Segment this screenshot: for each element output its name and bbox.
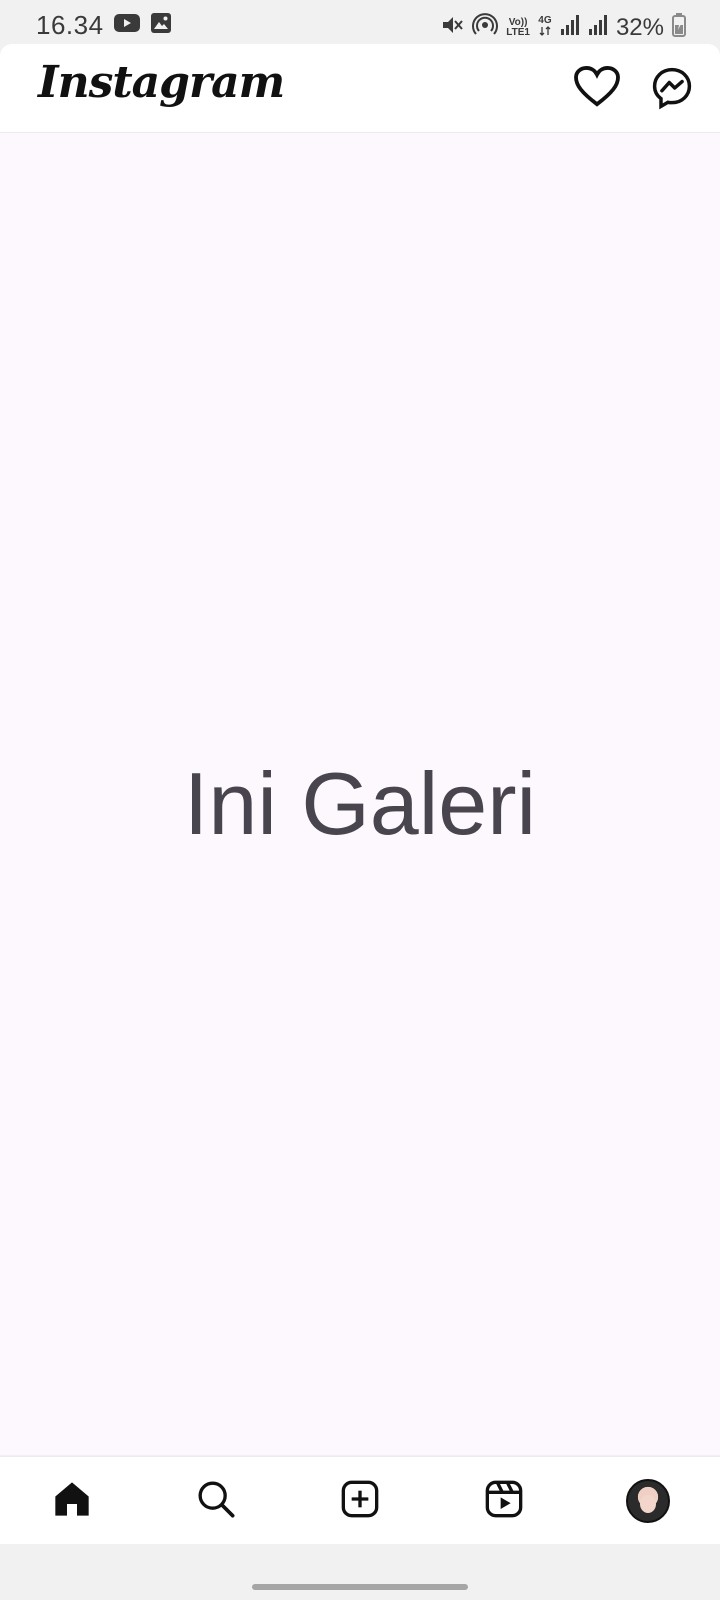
avatar — [626, 1479, 670, 1523]
network-4g-text: 4G — [538, 15, 552, 26]
heart-icon[interactable] — [574, 65, 620, 115]
messenger-icon[interactable] — [650, 66, 694, 115]
volte-text: Vo)) LTE1 — [506, 16, 530, 38]
reels-icon — [484, 1479, 524, 1524]
home-indicator[interactable] — [252, 1584, 468, 1590]
volte-label: Vo)) LTE1 — [506, 16, 530, 38]
system-navigation — [0, 1544, 720, 1600]
instagram-logo[interactable]: Instagram — [38, 57, 285, 108]
nav-create[interactable] — [320, 1461, 400, 1541]
signal-icon-1 — [560, 14, 580, 41]
nav-search[interactable] — [176, 1461, 256, 1541]
hotspot-icon — [472, 12, 499, 43]
signal-icon-2 — [588, 14, 608, 41]
header-actions — [574, 65, 694, 115]
mute-icon — [440, 13, 464, 42]
app-header: Instagram — [0, 44, 720, 133]
status-right: Vo)) LTE1 4G 32% — [440, 12, 686, 43]
data-arrows-icon — [538, 26, 552, 39]
battery-icon — [672, 13, 686, 42]
nav-reels[interactable] — [464, 1461, 544, 1541]
youtube-icon — [113, 13, 140, 38]
status-left: 16.34 — [36, 10, 172, 41]
gallery-title: Ini Galeri — [183, 754, 537, 853]
nav-profile[interactable] — [608, 1461, 688, 1541]
battery-percentage: 32% — [615, 13, 664, 41]
main-content: Ini Galeri — [0, 133, 720, 1455]
search-icon — [196, 1479, 236, 1524]
network-4g-label: 4G — [538, 16, 552, 39]
status-time: 16.34 — [36, 10, 104, 40]
plus-square-icon — [340, 1479, 380, 1524]
gallery-icon — [150, 12, 172, 39]
bottom-navigation — [0, 1456, 720, 1545]
nav-home[interactable] — [32, 1461, 112, 1541]
home-icon — [52, 1479, 92, 1524]
